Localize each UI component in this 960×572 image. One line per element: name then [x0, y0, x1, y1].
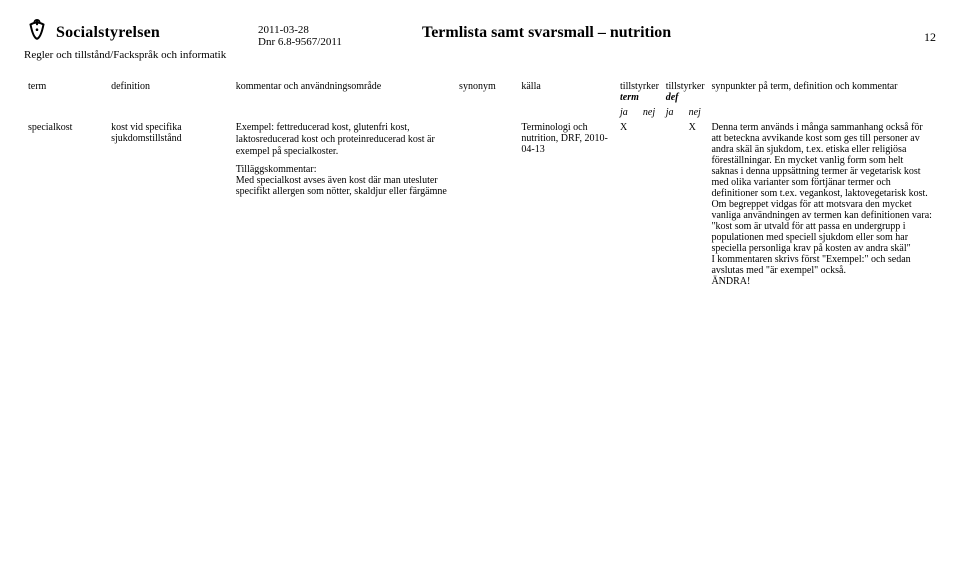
cell-def-ja [662, 120, 685, 289]
kommentar-p2: Med specialkost avses även kost där man … [236, 175, 451, 197]
term-table: term definition kommentar och användning… [24, 79, 936, 289]
doc-date: 2011-03-28 [258, 24, 398, 36]
logo-row: Socialstyrelsen [24, 18, 234, 47]
doc-title: Termlista samt svarsmall – nutrition [422, 24, 671, 41]
th-tillstyrker-def-sub: def [666, 92, 679, 103]
th-tillstyrker-def: tillstyrker def [662, 79, 708, 105]
th-term-nej: nej [639, 105, 662, 120]
kommentar-p2-label: Tilläggskommentar: [236, 164, 451, 175]
th-term-ja: ja [616, 105, 639, 120]
cell-synonym [455, 120, 517, 289]
th-term: term [24, 79, 107, 120]
org-name: Socialstyrelsen [56, 24, 160, 42]
logo-icon [24, 18, 50, 47]
th-tillstyrker-term: tillstyrker term [616, 79, 662, 105]
cell-def-nej: X [685, 120, 708, 289]
doc-dnr: Dnr 6.8-9567/2011 [258, 36, 398, 48]
th-tillstyrker-term-lbl: tillstyrker [620, 81, 659, 92]
th-kalla: källa [517, 79, 616, 120]
cell-kalla: Terminologi och nutrition, DRF, 2010-04-… [517, 120, 616, 289]
document-page: Socialstyrelsen Regler och tillstånd/Fac… [0, 0, 960, 299]
header-title: Termlista samt svarsmall – nutrition [422, 18, 872, 42]
th-tillstyrker-def-lbl: tillstyrker [666, 81, 705, 92]
header-org: Socialstyrelsen Regler och tillstånd/Fac… [24, 18, 234, 63]
cell-definition: kost vid specifika sjukdomstillstånd [107, 120, 232, 289]
cell-kommentar: Exempel: fettreducerad kost, glutenfri k… [232, 120, 455, 289]
table-header: term definition kommentar och användning… [24, 79, 936, 120]
th-synonym: synonym [455, 79, 517, 120]
kommentar-p1: Exempel: fettreducerad kost, glutenfri k… [236, 122, 451, 158]
th-tillstyrker-term-sub: term [620, 92, 639, 103]
org-subtitle: Regler och tillstånd/Fackspråk och infor… [24, 49, 234, 63]
th-def-nej: nej [685, 105, 708, 120]
th-def-ja: ja [662, 105, 685, 120]
cell-term-nej [639, 120, 662, 289]
th-kommentar: kommentar och användningsområde [232, 79, 455, 120]
th-synpunkter: synpunkter på term, definition och komme… [707, 79, 936, 120]
cell-term-ja: X [616, 120, 639, 289]
header-meta: 2011-03-28 Dnr 6.8-9567/2011 [258, 18, 398, 48]
cell-synpunkter: Denna term används i många sammanhang oc… [707, 120, 936, 289]
table-row: specialkost kost vid specifika sjukdomst… [24, 120, 936, 289]
page-number: 12 [896, 18, 936, 45]
th-definition: definition [107, 79, 232, 120]
page-header: Socialstyrelsen Regler och tillstånd/Fac… [24, 18, 936, 63]
cell-term: specialkost [24, 120, 107, 289]
